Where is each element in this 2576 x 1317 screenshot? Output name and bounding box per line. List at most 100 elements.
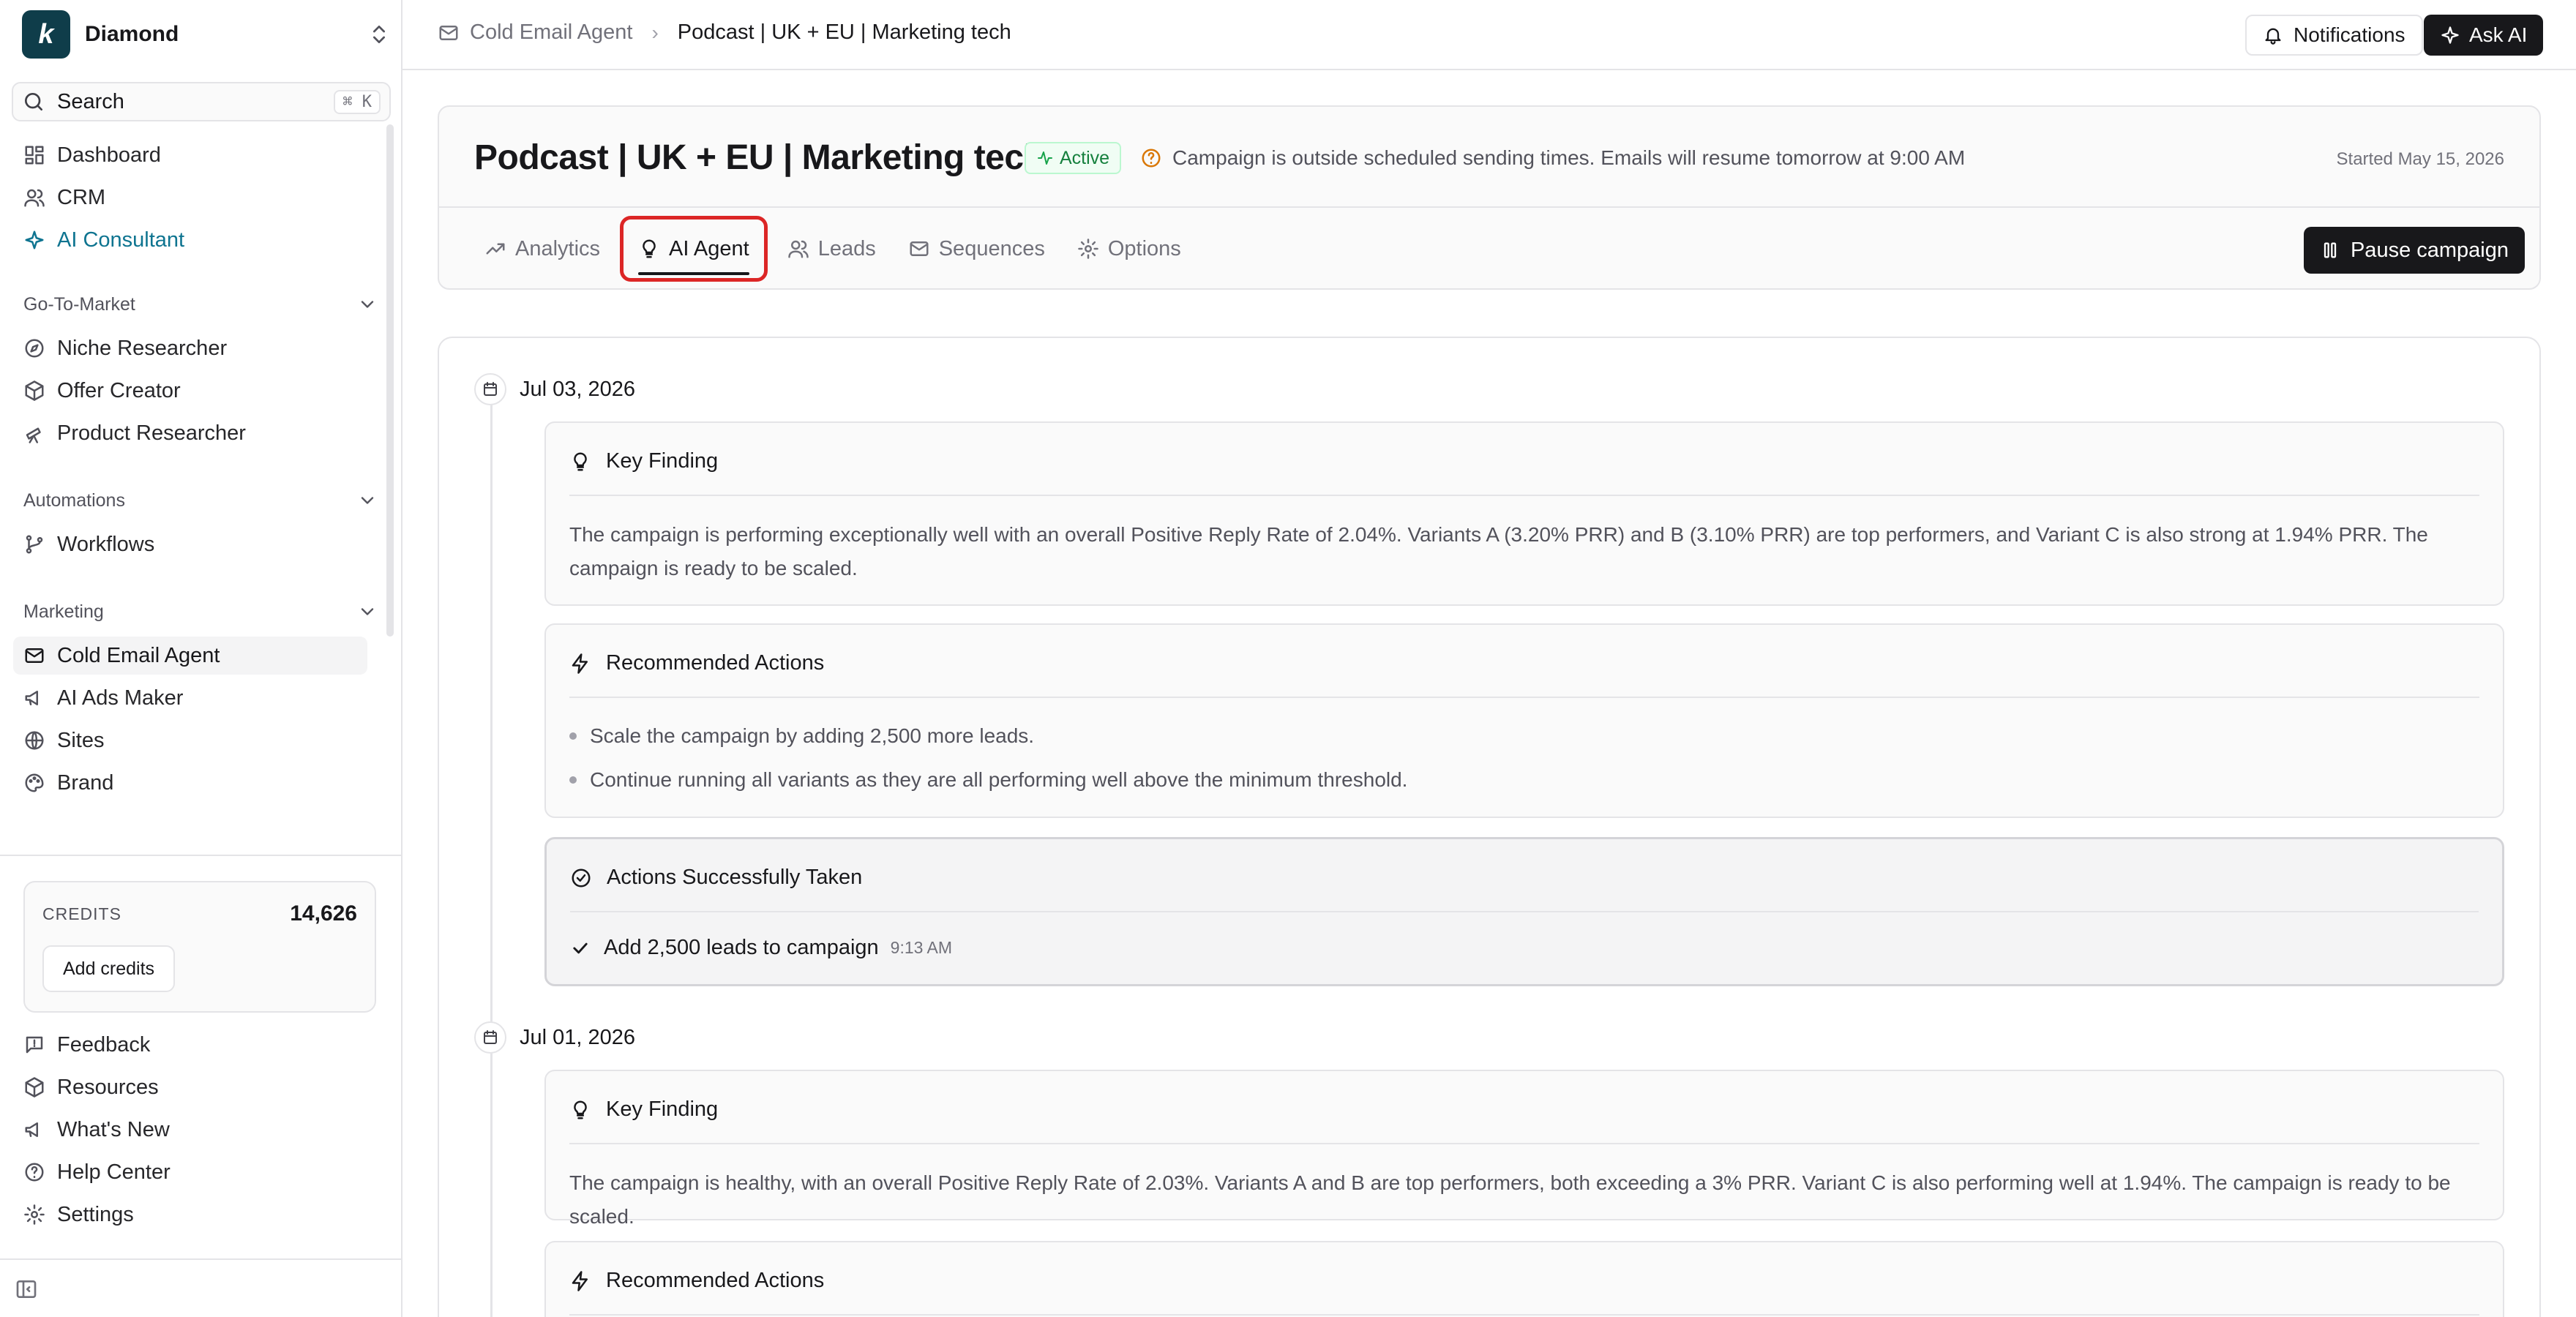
palette-icon [23,772,45,794]
chevron-down-icon [357,490,378,511]
lightbulb-icon [638,238,660,260]
sidebar-item-settings[interactable]: Settings [13,1196,367,1234]
taken-action-time: 9:13 AM [890,938,953,957]
sidebar-item-label: Brand [57,770,114,795]
workspace-switcher[interactable]: k Diamond [22,10,391,59]
divider [0,855,401,856]
search-label: Search [57,89,124,113]
date-text: Jul 01, 2026 [520,1025,636,1049]
sidebar-item-help-center[interactable]: Help Center [13,1153,367,1191]
workspace-logo: k [22,10,70,59]
chevron-down-icon [357,294,378,315]
card-title: Key Finding [606,1098,719,1121]
status-text: Active [1060,147,1110,168]
tab-label: Options [1107,236,1181,260]
notifications-label: Notifications [2294,23,2405,46]
search-shortcut: ⌘ K [334,89,381,114]
add-credits-button[interactable]: Add credits [42,945,176,992]
sidebar-item-label: Help Center [57,1160,171,1184]
tab-analytics[interactable]: Analytics [468,218,616,279]
search-input[interactable]: Search ⌘ K [12,82,391,121]
section-marketing[interactable]: Marketing [23,599,378,625]
schedule-notice: Campaign is outside scheduled sending ti… [1140,146,1965,170]
section-automations[interactable]: Automations [23,487,378,514]
sidebar-item-label: Product Researcher [57,421,246,445]
zap-icon [569,1270,591,1292]
tab-leads[interactable]: Leads [771,218,892,279]
check-circle-icon [570,867,592,889]
tab-label: Leads [817,236,876,260]
list-item-text: Scale the campaign by adding 2,500 more … [590,724,1035,747]
help-circle-icon [1140,147,1162,169]
sidebar-item-offer-creator[interactable]: Offer Creator [13,372,367,410]
sidebar-item-workflows[interactable]: Workflows [13,525,367,563]
sidebar-collapse-icon[interactable] [15,1277,38,1301]
card-header: Key Finding [569,1098,718,1122]
divider [0,1258,401,1260]
sidebar-item-label: Sites [57,728,105,752]
sidebar-item-niche-researcher[interactable]: Niche Researcher [13,329,367,367]
list-item: Scale the campaign by adding 2,500 more … [569,714,2479,758]
timeline-date: Jul 03, 2026 [474,373,635,405]
search-icon [22,90,45,113]
sidebar-item-brand[interactable]: Brand [13,764,367,802]
check-icon [570,938,591,958]
workflow-icon [23,533,45,555]
section-title: Marketing [23,601,104,622]
breadcrumb-parent[interactable]: Cold Email Agent [470,20,632,45]
sidebar-item-resources[interactable]: Resources [13,1068,367,1106]
tab-ai-agent[interactable]: AI Agent [620,216,768,282]
credits-value: 14,626 [290,901,357,926]
activity-icon [1036,149,1054,167]
bullet-dot [569,776,577,784]
recommended-actions-card: Recommended Actions Scale the campaign b… [544,623,2504,818]
mail-icon [23,645,45,667]
sidebar-item-label: Niche Researcher [57,336,228,360]
sidebar-item-label: AI Ads Maker [57,686,184,710]
sidebar-item-product-researcher[interactable]: Product Researcher [13,414,367,452]
divider [569,1143,2479,1144]
lightbulb-icon [569,451,591,473]
sidebar-item-sites[interactable]: Sites [13,721,367,759]
mail-icon [908,238,930,260]
sparkle-icon [2440,25,2460,45]
campaign-title: Podcast | UK + EU | Marketing tech [474,138,1045,177]
sidebar-item-label: What's New [57,1117,170,1141]
notifications-button[interactable]: Notifications [2245,15,2423,56]
users-icon [787,238,809,260]
sidebar-item-cold-email-agent[interactable]: Cold Email Agent [13,637,367,675]
status-badge: Active [1025,142,1122,174]
pause-campaign-button[interactable]: Pause campaign [2303,227,2525,274]
sidebar-item-whats-new[interactable]: What's New [13,1111,367,1149]
sidebar-item-ai-ads-maker[interactable]: AI Ads Maker [13,679,367,717]
campaign-header: Podcast | UK + EU | Marketing tech Activ… [438,105,2541,290]
date-text: Jul 03, 2026 [520,377,636,401]
card-title: Actions Successfully Taken [607,866,863,889]
dashboard-icon [23,144,45,166]
sidebar-scrollbar[interactable] [386,124,394,637]
sidebar-item-crm[interactable]: CRM [13,179,367,217]
workspace-name: Diamond [85,22,179,46]
sidebar-item-dashboard[interactable]: Dashboard [13,136,367,174]
chevron-down-icon [357,601,378,622]
sidebar-item-feedback[interactable]: Feedback [13,1026,367,1064]
sidebar-item-label: CRM [57,185,106,209]
tab-options[interactable]: Options [1061,218,1197,279]
breadcrumb: Cold Email Agent › Podcast | UK + EU | M… [438,20,1011,45]
key-finding-text: The campaign is healthy, with an overall… [569,1171,2451,1228]
pause-icon [2320,240,2340,260]
card-header: Key Finding [569,449,718,473]
divider [569,495,2479,496]
sidebar-item-label: AI Consultant [57,228,185,252]
tab-label: Analytics [515,236,601,260]
sidebar-item-ai-consultant[interactable]: AI Consultant [13,221,367,259]
tab-sequences[interactable]: Sequences [892,218,1061,279]
section-go-to-market[interactable]: Go-To-Market [23,291,378,318]
timeline-line [490,404,493,1317]
lightbulb-icon [569,1099,591,1121]
package-icon [23,380,45,402]
key-finding-card: Key Finding The campaign is performing e… [544,421,2504,606]
recommended-list: Scale the campaign by adding 2,500 more … [569,714,2479,802]
ask-ai-button[interactable]: Ask AI [2424,15,2544,56]
sidebar-item-label: Workflows [57,532,155,556]
